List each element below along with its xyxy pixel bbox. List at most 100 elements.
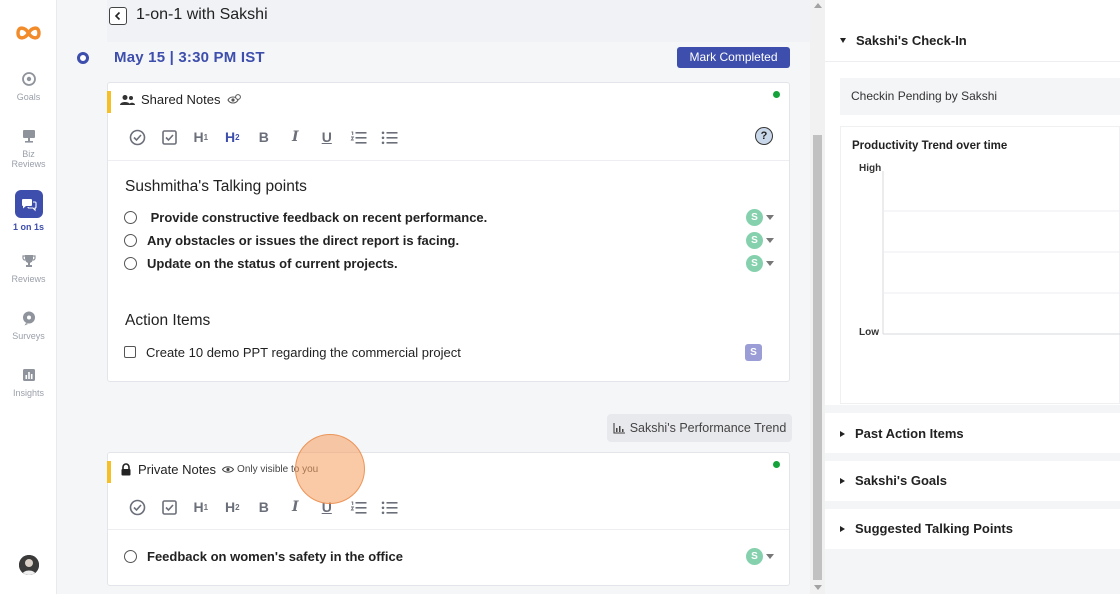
note-marker — [107, 91, 111, 113]
caret-down-icon — [840, 38, 846, 43]
left-navigation: Goals Biz Reviews 1 on 1s Reviews Survey… — [0, 0, 57, 594]
checkin-title: Sakshi's Check-In — [856, 33, 967, 48]
italic-button[interactable]: I — [280, 497, 312, 517]
private-notes-title: Private Notes — [138, 462, 217, 477]
italic-button[interactable]: I — [280, 127, 312, 147]
past-action-items-title: Past Action Items — [855, 426, 964, 441]
scroll-up-arrow-icon[interactable] — [814, 3, 822, 8]
nav-item-reviews[interactable]: Reviews — [0, 253, 57, 284]
back-button[interactable] — [109, 7, 127, 25]
productivity-trend-chart: Productivity Trend over time High Low — [840, 126, 1120, 404]
chevron-left-icon — [114, 11, 121, 21]
heading1-button[interactable]: H1 — [185, 127, 217, 147]
private-notes-card: Private Notes Only visible to you H1 H2 … — [107, 452, 790, 586]
past-action-items-header[interactable]: Past Action Items — [840, 426, 964, 441]
talking-point-row[interactable]: Update on the status of current projects… — [124, 253, 774, 273]
owner-avatar: S — [746, 231, 763, 249]
bulleted-list-button[interactable] — [374, 127, 406, 147]
goals-section[interactable]: Sakshi's Goals — [825, 461, 1120, 501]
check-circle-button[interactable] — [122, 127, 154, 147]
online-status-dot — [773, 91, 780, 98]
check-circle-icon — [129, 499, 146, 515]
owner-selector[interactable]: S — [746, 254, 774, 272]
heading2-button[interactable]: H2 — [217, 497, 249, 517]
performance-trend-label: Sakshi's Performance Trend — [629, 421, 787, 435]
bulleted-list-icon — [381, 501, 398, 514]
bulleted-list-button[interactable] — [374, 497, 406, 517]
talking-point-row[interactable]: Any obstacles or issues the direct repor… — [124, 230, 774, 250]
nav-item-surveys[interactable]: Surveys — [0, 310, 57, 341]
shared-notes-toolbar: H1 H2 B I U — [122, 127, 406, 147]
check-circle-icon — [129, 129, 146, 145]
private-note-text[interactable]: Feedback on women's safety in the office — [147, 549, 746, 564]
private-notes-toolbar: H1 H2 B I U — [122, 497, 406, 517]
talking-point-radio[interactable] — [124, 256, 137, 270]
private-note-row[interactable]: Feedback on women's safety in the office… — [124, 546, 774, 566]
talking-point-text[interactable]: Provide constructive feedback on recent … — [147, 210, 746, 225]
owner-selector[interactable]: S — [746, 231, 774, 249]
owner-avatar: S — [746, 254, 763, 272]
talking-point-text[interactable]: Update on the status of current projects… — [147, 256, 746, 271]
checkbox-button[interactable] — [154, 127, 186, 147]
chart-plot-area — [882, 171, 1120, 335]
owner-selector[interactable]: S — [746, 208, 774, 226]
heading1-sub: 1 — [203, 132, 209, 142]
bar-chart-icon — [613, 422, 625, 434]
nav-item-1on1s[interactable]: 1 on 1s — [0, 190, 57, 232]
underline-button[interactable]: U — [311, 497, 343, 517]
shared-notes-card: Shared Notes H1 H2 B I U ? Sushmitha's T… — [107, 82, 790, 382]
bold-button[interactable]: B — [248, 127, 280, 147]
talking-point-row[interactable]: Provide constructive feedback on recent … — [124, 207, 774, 227]
meeting-content: 1-on-1 with Sakshi May 15 | 3:30 PM IST … — [57, 0, 810, 594]
action-item-row[interactable]: Create 10 demo PPT regarding the commerc… — [124, 342, 774, 362]
mark-completed-button[interactable]: Mark Completed — [677, 47, 790, 68]
action-item-checkbox[interactable] — [124, 346, 136, 358]
heading2-label: H — [224, 499, 236, 515]
suggested-talking-points-header[interactable]: Suggested Talking Points — [840, 521, 1013, 536]
performance-trend-button[interactable]: Sakshi's Performance Trend — [607, 414, 792, 442]
checkbox-button[interactable] — [154, 497, 186, 517]
owner-selector[interactable]: S — [745, 343, 762, 361]
checkin-header[interactable]: Sakshi's Check-In — [840, 33, 967, 48]
trophy-icon — [21, 255, 36, 267]
private-note-radio[interactable] — [124, 549, 137, 563]
heading1-button[interactable]: H1 — [185, 497, 217, 517]
main-scrollbar[interactable] — [810, 0, 825, 594]
numbered-list-button[interactable] — [343, 497, 375, 517]
visibility-note: Only visible to you — [222, 464, 318, 475]
right-panel: Sakshi's Check-In Checkin Pending by Sak… — [825, 0, 1120, 594]
check-circle-button[interactable] — [122, 497, 154, 517]
owner-avatar: S — [746, 547, 763, 565]
scroll-down-arrow-icon[interactable] — [814, 585, 822, 590]
bold-button[interactable]: B — [248, 497, 280, 517]
chevron-down-icon — [766, 214, 774, 220]
goals-header[interactable]: Sakshi's Goals — [840, 473, 947, 488]
nav-item-biz-reviews[interactable]: Biz Reviews — [0, 128, 57, 169]
checkin-divider — [825, 61, 1120, 62]
numbered-list-button[interactable] — [343, 127, 375, 147]
nav-item-active-bg — [14, 190, 43, 218]
past-action-items-section[interactable]: Past Action Items — [825, 413, 1120, 453]
suggested-talking-points-title: Suggested Talking Points — [855, 521, 1013, 536]
talking-point-text[interactable]: Any obstacles or issues the direct repor… — [147, 233, 746, 248]
heading1-label: H — [193, 499, 204, 515]
underline-button[interactable]: U — [311, 127, 343, 147]
scroll-thumb[interactable] — [813, 135, 822, 580]
suggested-talking-points-section[interactable]: Suggested Talking Points — [825, 509, 1120, 549]
talking-point-radio[interactable] — [124, 210, 137, 224]
action-item-text[interactable]: Create 10 demo PPT regarding the commerc… — [146, 345, 745, 360]
caret-right-icon — [840, 430, 845, 437]
app-logo-icon[interactable] — [15, 21, 42, 45]
heading2-label: H — [224, 129, 236, 145]
nav-item-insights[interactable]: Insights — [0, 367, 57, 398]
nav-item-goals[interactable]: Goals — [0, 71, 57, 102]
user-avatar[interactable] — [19, 555, 39, 575]
owner-selector[interactable]: S — [746, 547, 774, 565]
nav-item-label: Insights — [12, 388, 45, 398]
timeline-bullet — [77, 52, 89, 64]
heading2-button[interactable]: H2 — [217, 127, 249, 147]
eye-settings-icon[interactable] — [226, 93, 241, 106]
talking-point-radio[interactable] — [124, 233, 137, 247]
help-icon[interactable]: ? — [755, 127, 773, 145]
y-tick-high: High — [859, 163, 882, 174]
